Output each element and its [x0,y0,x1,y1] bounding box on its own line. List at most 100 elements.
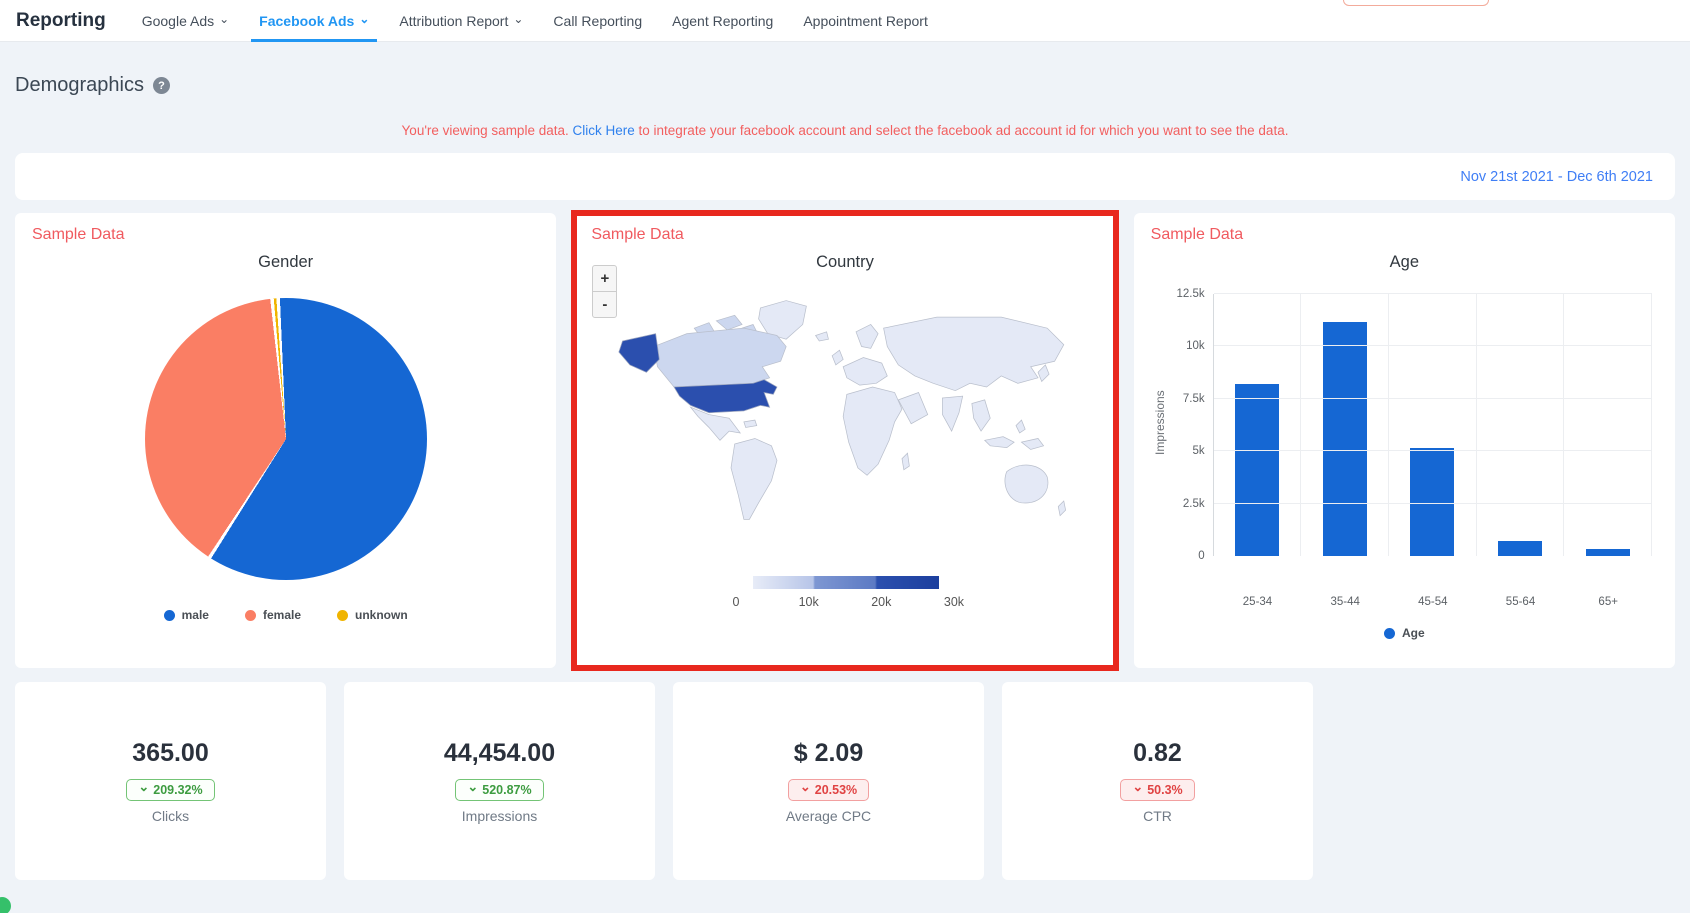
tab-google-ads[interactable]: Google Ads⌄ [142,0,229,42]
gender-card: Sample Data Gender malefemaleunknown [15,213,556,668]
date-range-picker[interactable]: Nov 21st 2021 - Dec 6th 2021 [1460,169,1653,185]
legend-dot-icon [245,610,256,621]
trend-badge: ⌄ 209.32% [126,779,214,801]
metric-card-clicks: 365.00⌄209.32%Clicks [15,682,326,880]
tab-attribution-report[interactable]: Attribution Report ⌄ [399,0,523,42]
metrics-row: 365.00⌄209.32%Clicks44,454.00⌄520.87%Imp… [15,682,1675,880]
legend-label: Age [1402,626,1425,640]
legend-item-male[interactable]: male [164,608,209,622]
tab-agent-reporting[interactable]: Agent Reporting [672,0,773,42]
gridline [1214,398,1652,399]
gridline [1214,450,1652,451]
age-chart-title: Age [1151,253,1658,272]
cutoff-top-button[interactable] [1343,0,1489,6]
bar-65[interactable] [1586,549,1630,556]
trend-badge: ⌄520.87% [455,779,543,801]
gridline [1214,503,1652,504]
tab-call-reporting[interactable]: Call Reporting [553,0,642,42]
xlabel-65: 65+ [1564,596,1652,608]
age-x-axis-labels: 25-3435-4445-5455-6465+ [1214,596,1652,608]
chevron-down-icon: ⌄ [1132,784,1143,790]
tab-appointment-report[interactable]: Appointment Report [803,0,928,42]
gender-pie-chart[interactable] [145,298,427,580]
legend-item-age[interactable]: Age [1384,626,1425,640]
tab-label: Call Reporting [553,13,642,29]
sample-data-label: Sample Data [591,226,1098,244]
legend-dot-icon [164,610,175,621]
age-card: Sample Data Age Impressions 02.5k5k7.5k1… [1134,213,1675,668]
sample-data-label: Sample Data [1151,226,1658,244]
scale-label-30k: 30k [944,595,964,609]
metric-value: 0.82 [1133,739,1182,768]
legend-dot-icon [337,610,348,621]
tab-label: Appointment Report [803,13,928,29]
metric-label: Average CPC [786,808,871,824]
age-plot-area [1213,294,1652,556]
chevron-down-icon: ⌄ [138,784,149,790]
click-here-link[interactable]: Click Here [573,123,635,138]
page-title: Demographics [15,74,144,97]
tab-facebook-ads[interactable]: Facebook Ads ⌄ [259,0,369,42]
metric-card-average-cpc: $ 2.09 ⌄ 20.53% Average CPC [673,682,984,880]
legend-dot-icon [1384,628,1395,639]
xlabel-35-44: 35-44 [1301,596,1389,608]
gridline [1214,293,1652,294]
metric-card-ctr: 0.82⌄50.3%CTR [1002,682,1313,880]
app-title: Reporting [16,10,106,32]
tab-label: Attribution Report [399,13,508,29]
zoom-out-button[interactable]: - [592,291,617,318]
country-card: Sample Data Country + - [574,213,1115,668]
trend-percent: 520.87% [482,783,531,797]
world-map[interactable] [591,280,1098,562]
metric-label: CTR [1143,808,1172,824]
scale-label-0: 0 [733,595,740,609]
notice-text-before: You're viewing sample data. [402,123,569,138]
age-column-35-44 [1301,294,1389,556]
zoom-in-button[interactable]: + [592,265,617,292]
notice-text-after: to integrate your facebook account and s… [639,123,1289,138]
gender-chart-title: Gender [32,253,539,272]
chevron-down-icon: ⌄ [359,15,369,23]
map-color-scale [751,576,939,589]
legend-label: male [182,608,209,622]
date-toolbar: Nov 21st 2021 - Dec 6th 2021 [15,153,1675,200]
trend-badge: ⌄ 20.53% [788,779,869,801]
tab-label: Facebook Ads [259,13,354,29]
ytick-12-5k: 12.5k [1177,288,1205,300]
metric-card-impressions: 44,454.00⌄520.87%Impressions [344,682,655,880]
bar-35-44[interactable] [1323,322,1367,556]
legend-item-unknown[interactable]: unknown [337,608,408,622]
bar-55-64[interactable] [1498,541,1542,556]
ytick-7-5k: 7.5k [1183,393,1205,405]
ytick-10k: 10k [1186,340,1205,352]
sample-data-notice: You're viewing sample data. Click Here t… [15,123,1675,138]
tab-label: Google Ads [142,13,214,29]
help-icon[interactable]: ? [153,77,170,94]
chevron-down-icon: ⌄ [513,15,523,23]
ytick-0: 0 [1198,550,1204,562]
chevron-down-icon: ⌄ [800,784,811,790]
page-body: Demographics ? You're viewing sample dat… [0,74,1690,880]
xlabel-45-54: 45-54 [1389,596,1477,608]
ytick-2-5k: 2.5k [1183,498,1205,510]
metric-label: Impressions [462,808,537,824]
world-map-svg [606,280,1084,562]
trend-percent: 20.53% [815,783,857,797]
scale-label-10k: 10k [799,595,819,609]
age-column-45-54 [1389,294,1477,556]
age-column-55-64 [1477,294,1565,556]
legend-item-female[interactable]: female [245,608,301,622]
xlabel-25-34: 25-34 [1214,596,1302,608]
ytick-5k: 5k [1193,445,1205,457]
tab-label: Agent Reporting [672,13,773,29]
nav-tabs: Google Ads⌄Facebook Ads⌄Attribution Repo… [142,0,928,42]
chat-widget-icon[interactable] [0,897,11,913]
trend-percent: 209.32% [153,783,202,797]
age-bar-chart: Impressions 02.5k5k7.5k10k12.5k [1151,288,1658,588]
metric-value: $ 2.09 [794,739,864,768]
age-y-axis-ticks: 02.5k5k7.5k10k12.5k [1169,294,1213,556]
country-chart-title: Country [591,253,1098,272]
legend-label: unknown [355,608,408,622]
age-column-25-34 [1214,294,1302,556]
bar-25-34[interactable] [1235,384,1279,556]
